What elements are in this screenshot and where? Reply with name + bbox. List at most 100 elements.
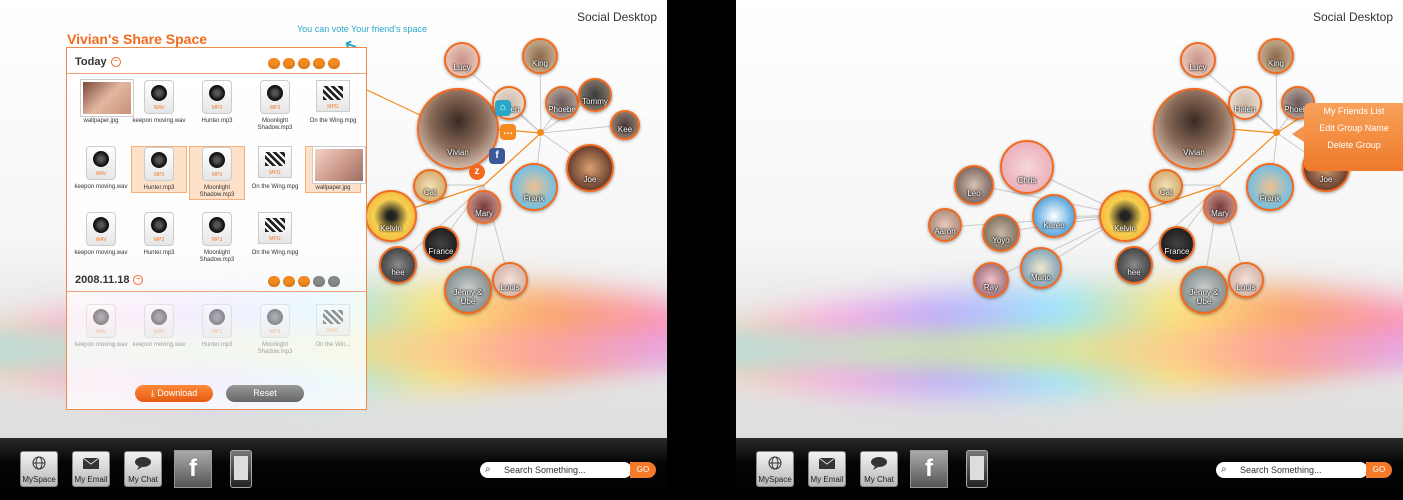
file-item[interactable]: MP3 Moonlight Shadow.mp3 — [189, 212, 245, 264]
file-item[interactable]: WAV keepon moving.wav — [73, 146, 129, 191]
chat-bubble-icon[interactable]: … — [500, 124, 516, 140]
heart-icon[interactable] — [313, 276, 325, 287]
friend-node-chris[interactable]: Chris — [1000, 140, 1054, 194]
heart-icon[interactable] — [298, 58, 310, 69]
email-button[interactable]: My Email — [808, 451, 846, 487]
file-item[interactable]: WAV keepon moving.wav — [73, 212, 129, 257]
friend-node-jenny-ube[interactable]: Jenny & Ube — [1180, 266, 1228, 314]
group-hub-dot[interactable] — [1273, 129, 1280, 136]
search-input[interactable]: Search Something... — [1216, 462, 1368, 478]
file-item[interactable]: MP3 Hunter.mp3 — [189, 304, 245, 349]
facebook-icon[interactable]: f — [489, 148, 505, 164]
chat-button[interactable]: My Chat — [124, 451, 162, 487]
search-go-button[interactable]: GO — [1366, 462, 1392, 478]
share-space-title: Vivian's Share Space — [67, 31, 208, 47]
friend-node-tommy[interactable]: Tommy — [578, 78, 612, 112]
friend-node-kelvin[interactable]: Kelvin — [1099, 190, 1151, 242]
file-item[interactable]: MP3 Moonlight Shadow.mp3 — [247, 80, 303, 132]
file-item[interactable]: MP3 Hunter.mp3 — [189, 80, 245, 125]
friend-node-louis[interactable]: Louis — [492, 262, 528, 298]
heart-icon[interactable] — [268, 58, 280, 69]
collapse-icon[interactable]: − — [110, 57, 121, 68]
myspace-button[interactable]: MySpace — [756, 451, 794, 487]
friend-node-vivian[interactable]: Vivian — [1153, 88, 1235, 170]
home-icon[interactable]: ⌂ — [495, 100, 511, 116]
audio-file-icon: WAV — [86, 212, 116, 246]
menu-item-edit-group-name[interactable]: Edit Group Name — [1304, 120, 1403, 137]
heart-icon[interactable] — [313, 58, 325, 69]
friend-name: Kelvin — [1114, 224, 1136, 234]
heart-icon[interactable] — [268, 276, 280, 287]
file-item[interactable]: MP3 Moonlight Shadow.mp3 — [189, 146, 245, 200]
friend-node-yoyo[interactable]: Yoyo — [982, 214, 1020, 252]
file-item[interactable]: MP3 Moonlight Shadow.mp3 — [247, 304, 303, 356]
friend-node-helen[interactable]: Helen — [1228, 86, 1262, 120]
reset-button[interactable]: Reset — [226, 385, 304, 402]
group-hub-dot[interactable] — [537, 129, 544, 136]
file-item[interactable]: MPG On the Wing.mpg — [247, 212, 303, 257]
email-button[interactable]: My Email — [72, 451, 110, 487]
friend-node-cat[interactable]: Cat — [1149, 169, 1183, 203]
file-item[interactable]: MP3 Hunter.mp3 — [131, 146, 187, 193]
friend-node-frank[interactable]: Frank — [510, 163, 558, 211]
search-go-button[interactable]: GO — [630, 462, 656, 478]
friend-node-mary[interactable]: Mary — [1203, 190, 1237, 224]
zz-icon[interactable]: z — [469, 164, 485, 180]
phone-icon[interactable] — [230, 450, 252, 488]
friend-node-france[interactable]: France — [423, 226, 459, 262]
heart-icon[interactable] — [298, 276, 310, 287]
friend-node-leo[interactable]: Leo — [954, 165, 994, 205]
friend-node-louis[interactable]: Louis — [1228, 262, 1264, 298]
vote-hearts-date[interactable] — [265, 276, 340, 287]
phone-icon[interactable] — [966, 450, 988, 488]
friend-name: Joe — [1319, 174, 1333, 184]
friend-node-hee[interactable]: hee — [1115, 246, 1153, 284]
friend-node-karen[interactable]: Karen — [1032, 194, 1076, 238]
heart-icon[interactable] — [283, 276, 295, 287]
facebook-app-icon[interactable]: f — [174, 450, 212, 488]
friend-node-phoebe[interactable]: Phoebe — [545, 86, 579, 120]
friend-node-frank[interactable]: Frank — [1246, 163, 1294, 211]
vote-hearts-today[interactable] — [265, 58, 340, 69]
friend-node-ray[interactable]: Ray — [973, 262, 1009, 298]
section-today[interactable]: Today − — [75, 56, 121, 68]
file-item[interactable]: WAV keepon moving.wav — [131, 80, 187, 125]
file-item[interactable]: wallpaper.jpg — [305, 146, 365, 193]
friend-node-king[interactable]: King — [1258, 38, 1294, 74]
friend-node-mary[interactable]: Mary — [467, 190, 501, 224]
friend-node-lucy[interactable]: Lucy — [444, 42, 480, 78]
friend-node-aaron[interactable]: Aaron — [928, 208, 962, 242]
heart-icon[interactable] — [328, 58, 340, 69]
friend-node-jenny-ube[interactable]: Jenny & Ube — [444, 266, 492, 314]
search-input[interactable]: Search Something... — [480, 462, 632, 478]
file-item[interactable]: wallpaper.jpg — [73, 80, 133, 125]
friend-node-hee[interactable]: hee — [379, 246, 417, 284]
chat-button[interactable]: My Chat — [860, 451, 898, 487]
file-item[interactable]: MPG On the Win... — [305, 304, 361, 349]
search-bar[interactable]: Search Something... ⌕ GO — [480, 462, 656, 478]
friend-node-vivian[interactable]: Vivian — [417, 88, 499, 170]
search-bar[interactable]: Search Something... ⌕ GO — [1216, 462, 1392, 478]
friend-node-cat[interactable]: Cat — [413, 169, 447, 203]
menu-item-friends-list[interactable]: My Friends List — [1304, 103, 1403, 120]
facebook-app-icon[interactable]: f — [910, 450, 948, 488]
friend-node-kee[interactable]: Kee — [610, 110, 640, 140]
collapse-icon[interactable]: − — [133, 275, 144, 286]
heart-icon[interactable] — [283, 58, 295, 69]
myspace-button[interactable]: MySpace — [20, 451, 58, 487]
friend-node-france[interactable]: France — [1159, 226, 1195, 262]
friend-node-lucy[interactable]: Lucy — [1180, 42, 1216, 78]
file-item[interactable]: WAV keepon moving.wav — [73, 304, 129, 349]
download-button[interactable]: ⤓ Download — [135, 385, 213, 402]
friend-node-mario[interactable]: Mario — [1020, 247, 1062, 289]
section-date[interactable]: 2008.11.18− — [75, 274, 144, 286]
menu-item-delete-group[interactable]: Delete Group — [1304, 137, 1403, 154]
file-item[interactable]: WAV keepon moving.wav — [131, 304, 187, 349]
heart-icon[interactable] — [328, 276, 340, 287]
friend-node-king[interactable]: King — [522, 38, 558, 74]
friend-node-joe[interactable]: Joe — [566, 144, 614, 192]
file-item[interactable]: MPG On the Wing.mpg — [247, 146, 303, 191]
file-item[interactable]: MP3 Hunter.mp3 — [131, 212, 187, 257]
friend-node-kelvin[interactable]: Kelvin — [365, 190, 417, 242]
file-item[interactable]: MPG On the Wing.mpg — [305, 80, 361, 125]
